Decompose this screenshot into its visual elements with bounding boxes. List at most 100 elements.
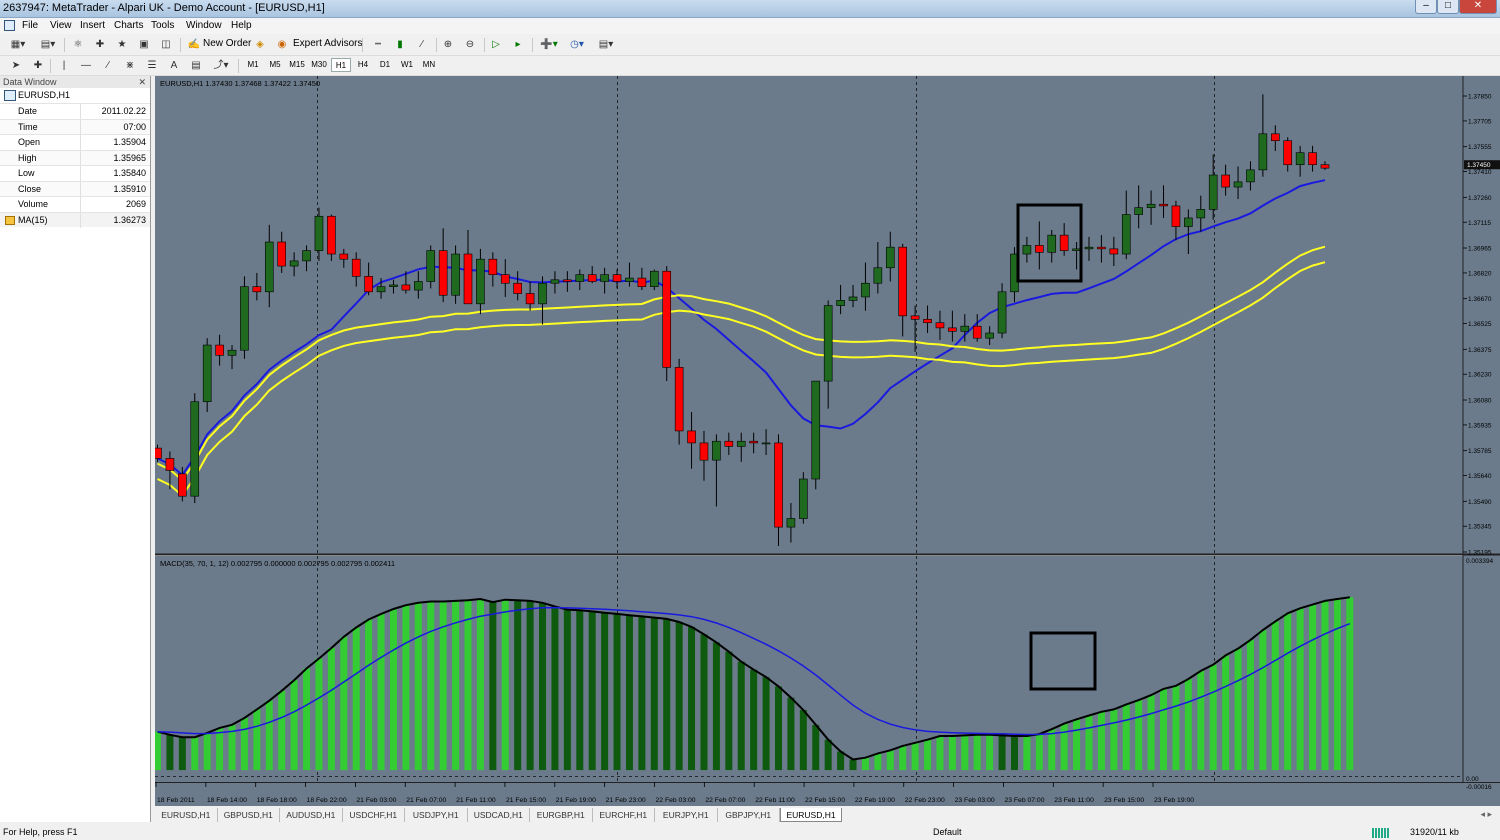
indicators-icon[interactable]: ➕▾	[538, 37, 560, 53]
symbol-tab[interactable]: EURUSD,H1	[155, 808, 218, 822]
timeframe-mn[interactable]: MN	[419, 58, 439, 72]
timeframe-w1[interactable]: W1	[397, 58, 417, 72]
navigator-icon[interactable]: ✚	[92, 37, 108, 53]
chart-window[interactable]: 1.37850 1.37705 1.37555 1.37410 1.37260 1.371…	[153, 76, 1500, 806]
zoom-out-icon[interactable]: ⊖	[462, 37, 478, 53]
candlestick-icon[interactable]: ▮	[392, 37, 408, 53]
crosshair-icon[interactable]: ✚	[30, 58, 46, 74]
zoom-in-icon[interactable]: ⊕	[440, 37, 456, 53]
timeframe-m1[interactable]: M1	[243, 58, 263, 72]
tester-icon[interactable]: ◫	[158, 37, 174, 53]
menu-insert[interactable]: Insert	[80, 20, 105, 31]
symbol-tab[interactable]: GBPUSD,H1	[218, 808, 280, 822]
symbol-tab[interactable]: AUDUSD,H1	[280, 808, 343, 822]
timeframe-m15[interactable]: M15	[287, 58, 307, 72]
symbol-tab[interactable]: USDJPY,H1	[405, 808, 468, 822]
macd-bar	[613, 613, 621, 771]
timeframe-h1[interactable]: H1	[331, 58, 351, 72]
expert-advisors-button[interactable]: Expert Advisors	[293, 38, 362, 49]
metaeditor-icon[interactable]: ◈	[252, 37, 268, 53]
minimize-button[interactable]: –	[1415, 0, 1437, 14]
status-profile: Default	[933, 827, 962, 837]
timeframe-h4[interactable]: H4	[353, 58, 373, 72]
symbol-tabs: EURUSD,H1 GBPUSD,H1 AUDUSD,H1 USDCHF,H1 USDJ…	[155, 808, 1500, 824]
symbol-tab[interactable]: EURCHF,H1	[593, 808, 655, 822]
new-chart-button[interactable]: ▦▾	[6, 37, 30, 53]
price-axis-label: 1.36375	[1468, 347, 1492, 354]
macd-bar	[986, 734, 994, 771]
close-button[interactable]: ✕	[1459, 0, 1497, 14]
menu-help[interactable]: Help	[231, 20, 252, 31]
macd-bar	[775, 686, 782, 771]
macd-bar	[1010, 736, 1018, 771]
current-price-label: 1.37450	[1467, 162, 1491, 169]
symbol-tab[interactable]: EURGBP,H1	[530, 808, 593, 822]
periods-icon[interactable]: ◷▾	[566, 37, 588, 53]
bear-candle	[1221, 174, 1230, 188]
cursor-icon[interactable]: ➤	[8, 58, 24, 74]
price-chart[interactable]: 1.37850 1.37705 1.37555 1.37410 1.37260 1.371…	[153, 76, 1500, 806]
new-order-button[interactable]: New Order	[203, 38, 251, 49]
close-icon[interactable]: ✕	[138, 76, 146, 88]
data-window-row-label: MA(15)	[18, 214, 48, 225]
macd-bar	[1147, 695, 1155, 771]
menu-view[interactable]: View	[50, 20, 72, 31]
maximize-button[interactable]: □	[1437, 0, 1459, 14]
auto-scroll-icon[interactable]: ▷	[488, 37, 504, 53]
new-order-icon[interactable]: ✍	[186, 37, 202, 53]
macd-axis-label: -0.00016	[1466, 784, 1492, 791]
line-chart-icon[interactable]: ∕	[414, 37, 430, 53]
bull-candle	[625, 277, 634, 282]
bull-candle	[1121, 214, 1131, 255]
menu-window[interactable]: Window	[186, 20, 222, 31]
time-axis-label: 22 Feb 11:00	[755, 797, 795, 804]
fibonacci-icon[interactable]: ☰	[144, 58, 160, 74]
text-label-icon[interactable]: ▤	[188, 58, 204, 74]
macd-bar	[402, 605, 410, 771]
market-watch-icon[interactable]: ⚛	[70, 37, 86, 53]
symbol-tab[interactable]: GBPJPY,H1	[718, 808, 780, 822]
macd-bar	[340, 636, 348, 771]
templates-icon[interactable]: ▤▾	[594, 37, 618, 53]
symbol-tab[interactable]: EURJPY,H1	[655, 808, 718, 822]
app-icon	[4, 20, 15, 31]
terminal-icon[interactable]: ▣	[136, 37, 152, 53]
macd-bar	[240, 718, 248, 771]
status-help: For Help, press F1	[3, 827, 78, 837]
expert-advisors-icon[interactable]: ◉	[274, 37, 290, 53]
vertical-line-icon[interactable]: |	[56, 58, 72, 74]
symbol-tab[interactable]: EURUSD,H1	[780, 808, 842, 822]
bear-candle	[749, 440, 758, 444]
horizontal-line-icon[interactable]: —	[78, 58, 94, 74]
timeframe-d1[interactable]: D1	[375, 58, 395, 72]
macd-bar	[998, 735, 1006, 771]
bear-candle	[1097, 246, 1106, 250]
trendline-icon[interactable]: ∕	[100, 58, 116, 74]
arrows-icon[interactable]: ⤴▾	[210, 58, 232, 74]
menu-file[interactable]: File	[22, 20, 38, 31]
menu-tools[interactable]: Tools	[151, 20, 174, 31]
bull-candle	[985, 332, 994, 339]
bar-chart-icon[interactable]: ┅	[370, 37, 386, 53]
channel-icon[interactable]: ⋇	[122, 58, 138, 74]
favorites-icon[interactable]: ★	[114, 37, 130, 53]
data-window-symbol: EURUSD,H1	[0, 88, 150, 103]
symbol-tab[interactable]: USDCHF,H1	[343, 808, 405, 822]
macd-bar	[1023, 736, 1031, 771]
macd-bar	[712, 642, 720, 771]
bull-candle	[1246, 169, 1255, 183]
symbol-tab[interactable]: USDCAD,H1	[468, 808, 530, 822]
menu-charts[interactable]: Charts	[114, 20, 143, 31]
text-icon[interactable]: A	[166, 58, 182, 74]
status-bar: For Help, press F1 Default 31920/11 kb	[0, 826, 1500, 840]
macd-bar	[725, 651, 733, 771]
profiles-button[interactable]: ▤▾	[36, 37, 60, 53]
chart-shift-icon[interactable]: ▸	[510, 37, 526, 53]
time-axis-label: 21 Feb 19:00	[556, 797, 596, 804]
bull-candle	[960, 325, 970, 332]
tab-scroll-icon[interactable]: ◂ ▸	[1480, 809, 1492, 820]
bull-candle	[761, 442, 771, 445]
timeframe-m30[interactable]: M30	[309, 58, 329, 72]
timeframe-m5[interactable]: M5	[265, 58, 285, 72]
bull-candle	[190, 401, 200, 497]
